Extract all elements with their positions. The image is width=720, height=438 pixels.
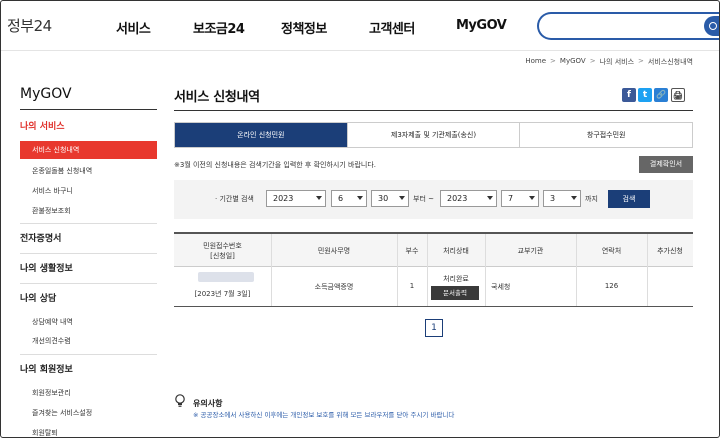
site-header: 정부24 서비스 보조금24 정책정보 고객센터 MyGOV [1,1,719,51]
sidebar-item-allday-care[interactable]: 온종일돌봄 신청내역 [20,162,157,180]
status-text: 처리완료 [443,275,469,283]
chevron-down-icon [357,196,363,200]
sidebar-divider [20,354,157,355]
payment-confirmation-button[interactable]: 결제확인서 [639,156,693,173]
chevron-down-icon [316,196,322,200]
chevron-right-icon: > [589,57,596,65]
tab-bar: 온라인 신청민원 제3자제출 및 기관제출(송신) 창구접수민원 [174,122,693,148]
table-bottom-border [174,306,693,307]
period-search-label: · 기간별 검색 [215,195,254,203]
chevron-right-icon: > [638,57,644,65]
site-logo[interactable]: 정부24 [7,15,52,36]
chevron-down-icon [529,196,535,200]
th-receipt-number: 민원접수번호 [신청일] [203,241,242,260]
sidebar-item-consult-reservation[interactable]: 상담예약 내역 [20,313,157,331]
sidebar-item-service-basket[interactable]: 서비스 바구니 [20,182,157,200]
lightbulb-icon [175,394,185,407]
column-divider [397,234,398,306]
sidebar-divider [20,223,157,224]
link-share-icon[interactable]: 🔗 [654,88,668,102]
twitter-share-icon[interactable]: t [638,88,652,102]
tab-third-party-submission[interactable]: 제3자제출 및 기관제출(송신) [346,123,520,147]
search-button[interactable]: 검색 [608,190,650,208]
caution-text: ※ 공공장소에서 사용하신 이후에는 개인정보 보호를 위해 모든 브라우저를 … [193,411,455,419]
sidebar-item-application-history[interactable]: 서비스 신청내역 [20,141,157,159]
from-month-value: 6 [338,194,344,203]
sidebar-section-member-info[interactable]: 나의 회원정보 [20,362,73,375]
from-month-select[interactable]: 6 [331,190,367,207]
column-divider [576,234,577,306]
sidebar-section-e-certificate[interactable]: 전자증명서 [20,231,61,244]
sidebar-item-favorite-services[interactable]: 즐겨찾는 서비스설정 [20,404,157,422]
from-year-select[interactable]: 2023 [266,190,326,207]
contact-number: 126 [604,282,619,290]
th-issuing-agency: 교부기관 [517,246,544,255]
search-input[interactable] [537,12,719,40]
to-day-value: 3 [550,194,556,203]
copies-count: 1 [409,282,415,290]
breadcrumb-current: 서비스신청내역 [647,58,693,66]
sidebar-item-refund-info[interactable]: 환불정보조회 [20,202,157,220]
breadcrumb-mygov[interactable]: MyGOV [560,57,586,67]
column-divider [427,234,428,306]
to-year-value: 2023 [447,194,468,203]
page-number-current[interactable]: 1 [425,319,443,337]
tab-counter-applications[interactable]: 창구접수민원 [519,123,692,147]
th-additional-request: 추가신청 [657,246,683,255]
column-divider [485,234,486,306]
sidebar-divider [20,109,157,110]
sidebar-item-withdraw[interactable]: 회원탈퇴 [20,424,157,437]
chevron-down-icon [399,196,405,200]
title-divider [174,110,693,111]
tab-online-applications[interactable]: 온라인 신청민원 [175,123,347,147]
facebook-share-icon[interactable]: f [622,88,636,102]
breadcrumb: Home > MyGOV > 나의 서비스 > 서비스신청내역 [525,57,693,67]
breadcrumb-home[interactable]: Home [525,57,546,67]
column-divider [271,234,272,306]
from-day-value: 30 [378,194,389,203]
to-day-select[interactable]: 3 [543,190,581,207]
application-date: [2023년 7월 3일] [194,290,251,298]
chevron-down-icon [571,196,577,200]
column-divider [647,234,648,306]
th-status: 처리상태 [443,246,469,255]
caution-title: 유의사항 [193,399,223,408]
from-year-value: 2023 [273,194,294,203]
sidebar-divider [20,283,157,284]
sidebar-item-member-manage[interactable]: 회원정보관리 [20,384,157,402]
sidebar-section-consultation[interactable]: 나의 상담 [20,291,56,304]
issuing-agency: 국세청 [491,283,511,291]
search-icon[interactable] [704,16,719,36]
to-year-select[interactable]: 2023 [440,190,497,207]
nav-services[interactable]: 서비스 [116,18,151,37]
chevron-down-icon [487,196,493,200]
notice-text: ※3월 이전의 신청내용은 검색기간을 입력한 후 확인하시기 바랍니다. [174,161,376,169]
sidebar-title: MyGOV [20,86,72,102]
browser-page: 정부24 서비스 보조금24 정책정보 고객센터 MyGOV Home > My… [0,0,720,438]
from-suffix: 부터 ~ [413,195,434,203]
nav-customer-center[interactable]: 고객센터 [369,18,415,37]
sidebar-divider [20,253,157,254]
to-month-select[interactable]: 7 [501,190,539,207]
th-contact: 연락처 [601,246,622,255]
th-copies: 부수 [405,246,419,255]
sidebar-section-life-info[interactable]: 나의 생활정보 [20,261,73,274]
sidebar-item-feedback[interactable]: 개선의견수렴 [20,332,157,350]
receipt-number-redacted [198,272,254,282]
sidebar-section-my-services[interactable]: 나의 서비스 [20,119,65,132]
service-name[interactable]: 소득금액증명 [271,282,397,292]
breadcrumb-my-services[interactable]: 나의 서비스 [600,57,634,67]
th-service-name: 민원사무명 [317,246,351,255]
to-suffix: 까지 [585,195,598,203]
print-icon[interactable]: 🖨 [671,88,685,102]
print-document-button[interactable]: 문서출력 [431,286,479,300]
nav-mygov[interactable]: MyGOV [456,18,507,33]
page-title: 서비스 신청내역 [174,90,260,105]
chevron-right-icon: > [550,57,556,65]
nav-subsidy24[interactable]: 보조금24 [193,18,245,37]
nav-policy-info[interactable]: 정책정보 [281,18,327,37]
from-day-select[interactable]: 30 [371,190,409,207]
to-month-value: 7 [508,194,514,203]
